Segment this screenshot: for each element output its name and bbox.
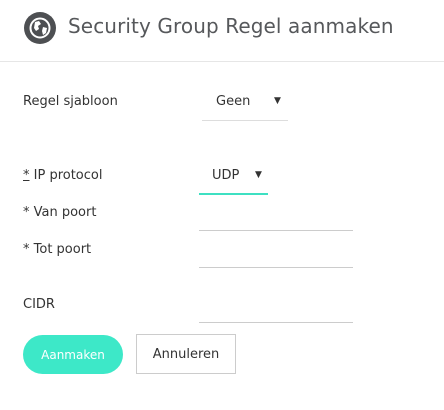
- cancel-button[interactable]: Annuleren: [136, 334, 236, 374]
- page-title: Security Group Regel aanmaken: [68, 14, 394, 38]
- port-to-input[interactable]: [199, 242, 353, 268]
- ip-protocol-label: * IP protocol: [23, 168, 102, 183]
- chevron-down-icon: ▼: [255, 170, 262, 180]
- port-from-input[interactable]: [199, 205, 353, 231]
- ip-protocol-value: UDP: [212, 168, 240, 183]
- rule-template-value: Geen: [216, 94, 251, 109]
- cidr-label: CIDR: [23, 297, 55, 312]
- rule-template-select[interactable]: Geen ▼: [202, 84, 288, 121]
- ip-protocol-select[interactable]: UDP ▼: [199, 160, 268, 195]
- dialog-header: Security Group Regel aanmaken: [0, 0, 444, 62]
- port-from-label: * Van poort: [23, 205, 97, 220]
- chevron-down-icon: ▼: [274, 96, 281, 106]
- create-button[interactable]: Aanmaken: [23, 335, 123, 374]
- port-to-label: * Tot poort: [23, 242, 92, 257]
- ip-protocol-label-text: IP protocol: [29, 168, 103, 183]
- globe-icon: [24, 12, 56, 44]
- rule-template-label: Regel sjabloon: [23, 94, 118, 109]
- cidr-input[interactable]: [199, 297, 353, 323]
